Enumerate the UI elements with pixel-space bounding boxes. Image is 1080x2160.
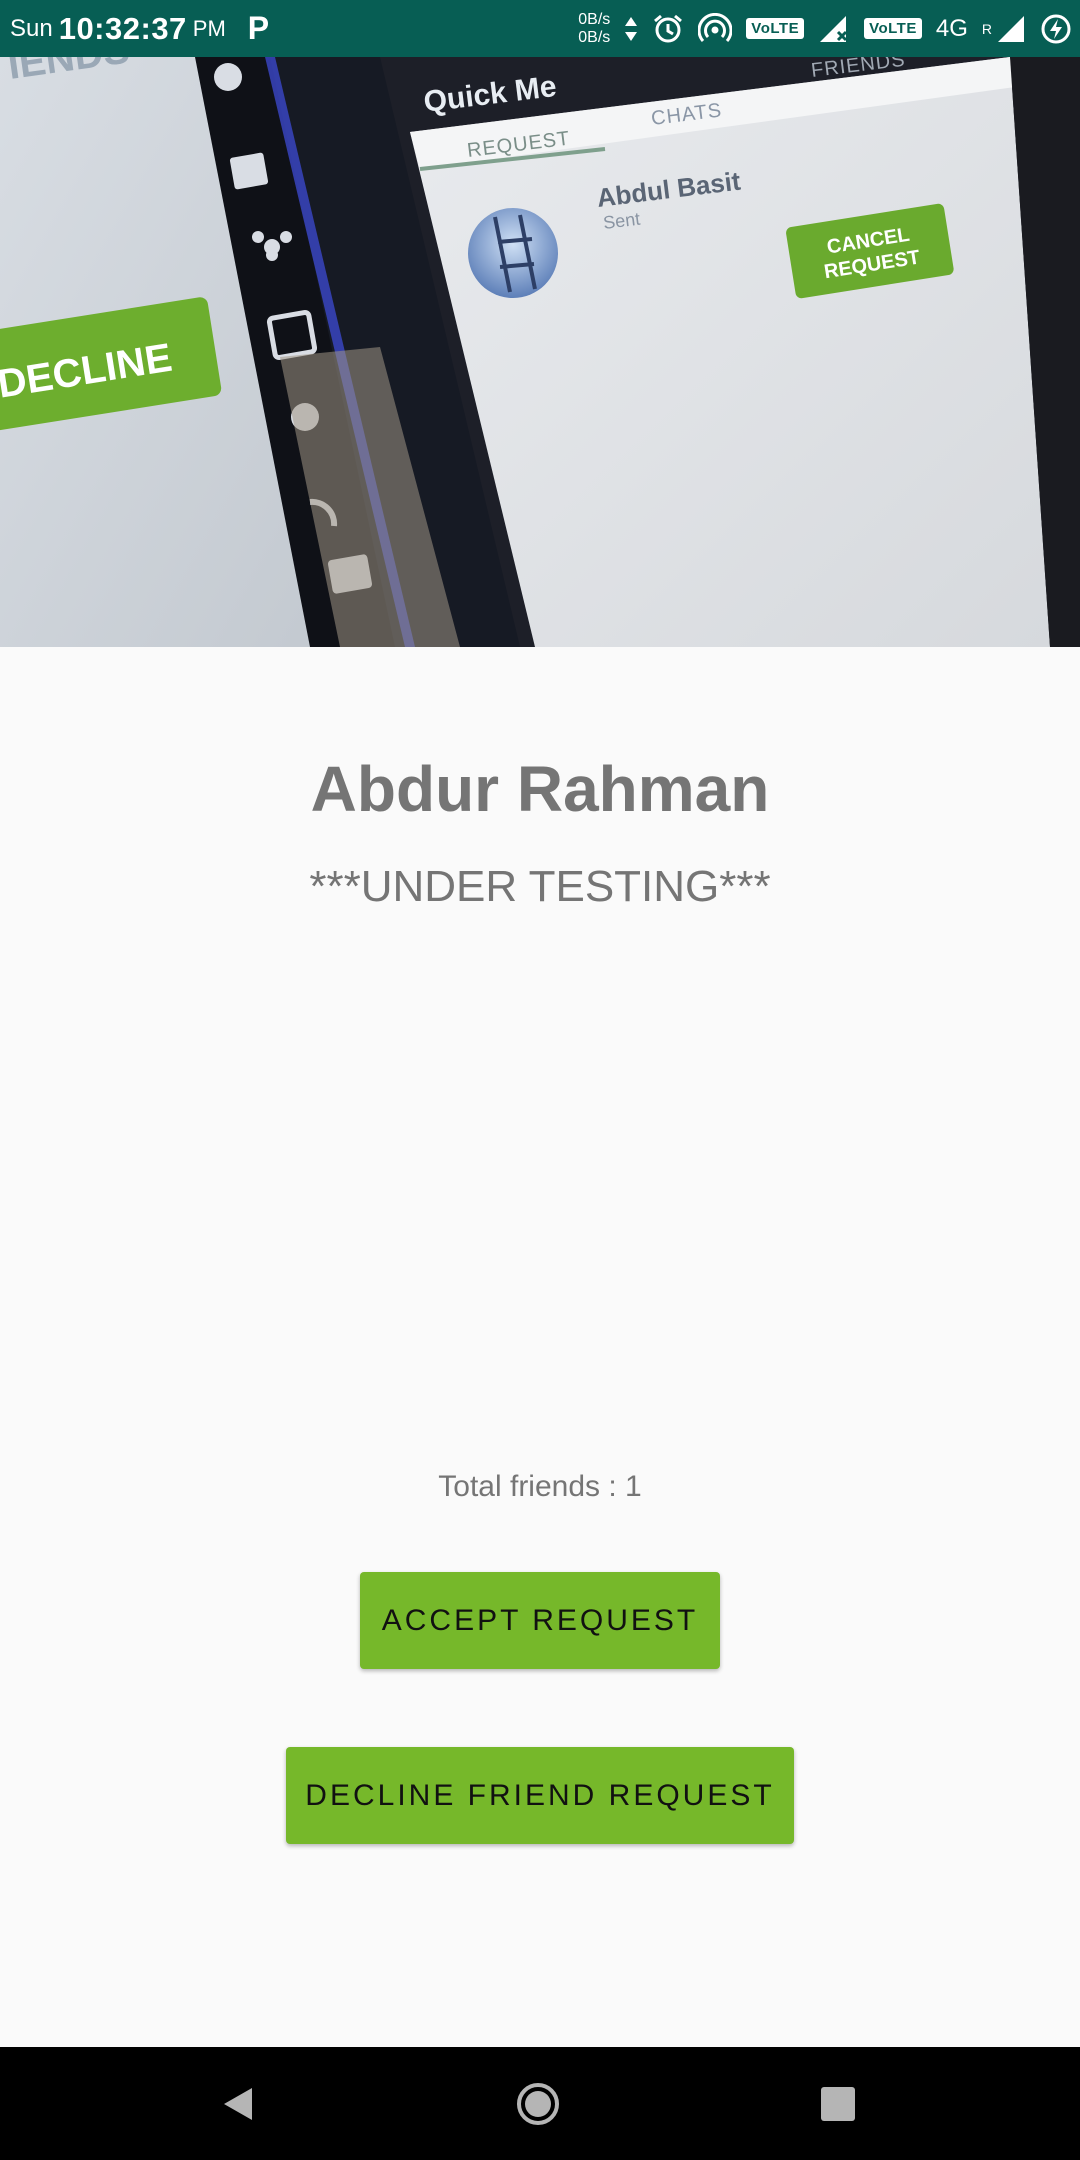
volte-badge-1: VoLTE [746,18,805,39]
battery-saver-icon [1040,13,1072,45]
status-time: 10:32:37 [58,10,187,46]
alarm-icon [652,13,684,45]
navigation-bar [0,2047,1080,2160]
status-ampm: PM [192,15,226,41]
speed-down: 0B/s [578,28,611,46]
signal-x-icon [818,14,850,44]
parking-app-icon: P [247,10,270,46]
profile-status: ***UNDER TESTING*** [309,862,771,911]
profile-cover-image: IENDS DECLINE Quick Me REQUEST CHATS FRI… [0,57,1080,647]
hotspot-icon [698,12,733,45]
home-circle-icon [517,2082,559,2125]
decline-friend-request-button[interactable]: DECLINE FRIEND REQUEST [286,1747,794,1844]
signal-icon [996,14,1026,44]
accept-request-button[interactable]: ACCEPT REQUEST [360,1572,720,1669]
network-type: 4G [935,14,968,42]
status-bar: Sun 10:32:37 PM P 0B/s 0B/s VoLTE VoLTE … [0,0,1080,57]
volte-badge-2: VoLTE [864,18,922,39]
speed-up: 0B/s [578,10,611,28]
back-triangle-icon [224,2087,252,2120]
total-friends-count: Total friends : 1 [438,1470,642,1503]
roaming-indicator: R [981,20,992,37]
home-button[interactable] [448,2047,628,2160]
profile-name: Abdur Rahman [310,753,770,825]
recents-square-icon [821,2086,855,2121]
network-speed: 0B/s 0B/s [578,11,610,47]
back-button[interactable] [148,2047,328,2160]
status-day: Sun [10,14,53,42]
recent-apps-button[interactable] [748,2047,928,2160]
data-arrows-icon [624,16,638,42]
